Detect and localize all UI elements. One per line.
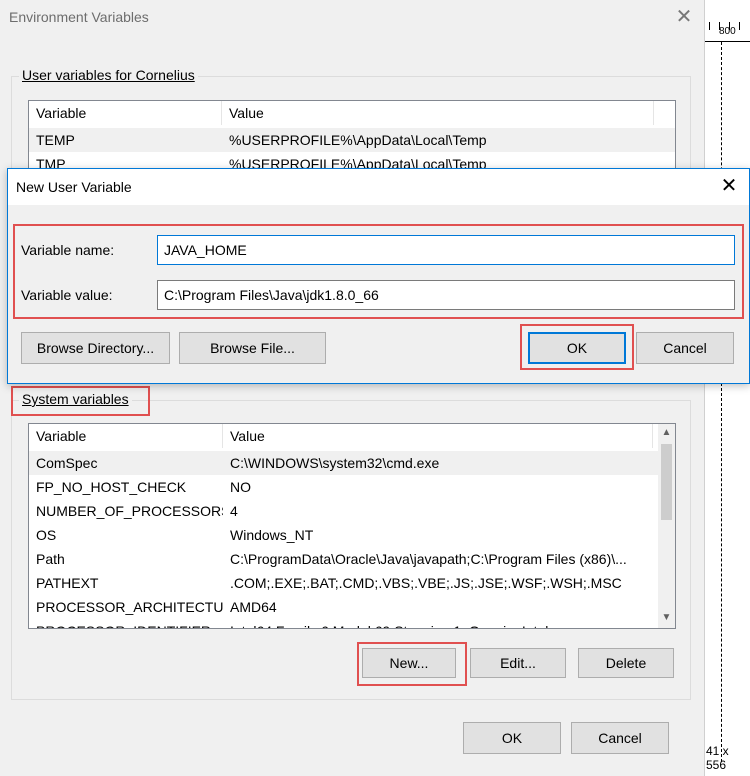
table-row[interactable]: NUMBER_OF_PROCESSORS 4	[29, 499, 675, 523]
user-variables-label: User variables for Cornelius	[19, 67, 198, 83]
dialog-title: New User Variable	[16, 179, 132, 195]
dialog-cancel-button[interactable]: Cancel	[636, 332, 734, 364]
new-user-variable-dialog: New User Variable ✕ Variable name: Varia…	[7, 168, 750, 384]
cell-variable: ComSpec	[36, 455, 98, 471]
cell-value: NO	[230, 479, 251, 495]
variable-value-input[interactable]	[157, 280, 735, 310]
table-row[interactable]: FP_NO_HOST_CHECK NO	[29, 475, 675, 499]
system-variables-label: System variables	[19, 391, 132, 407]
table-row[interactable]: PROCESSOR_IDENTIFIER Intel64 Family 6 Mo…	[29, 619, 675, 628]
variable-name-input[interactable]	[157, 235, 735, 265]
cell-value: .COM;.EXE;.BAT;.CMD;.VBS;.VBE;.JS;.JSE;.…	[230, 575, 622, 591]
system-variables-label-text: System variables	[22, 391, 129, 407]
cell-variable: TEMP	[36, 132, 75, 148]
scroll-down-icon[interactable]: ▼	[658, 609, 675, 626]
cell-value: 4	[230, 503, 238, 519]
scroll-up-icon[interactable]: ▲	[658, 424, 675, 441]
user-variables-label-text: User variables for Cornelius	[22, 67, 195, 83]
table-row[interactable]: TEMP %USERPROFILE%\AppData\Local\Temp	[29, 128, 675, 152]
system-variables-list[interactable]: Variable Value ComSpec C:\WINDOWS\system…	[28, 423, 676, 629]
cell-variable: PATHEXT	[36, 575, 99, 591]
cell-value: C:\ProgramData\Oracle\Java\javapath;C:\P…	[230, 551, 627, 567]
table-row[interactable]: Path C:\ProgramData\Oracle\Java\javapath…	[29, 547, 675, 571]
variable-name-label: Variable name:	[21, 242, 115, 258]
column-header-variable[interactable]: Variable	[29, 424, 223, 448]
column-header-value[interactable]: Value	[223, 424, 653, 448]
environment-variables-window: Environment Variables ✕ User variables f…	[0, 0, 705, 776]
scrollbar-thumb[interactable]	[661, 444, 672, 520]
background-window	[705, 0, 750, 776]
user-variables-list[interactable]: Variable Value TEMP %USERPROFILE%\AppDat…	[28, 100, 676, 170]
cell-variable: FP_NO_HOST_CHECK	[36, 479, 187, 495]
cancel-button[interactable]: Cancel	[571, 722, 669, 754]
close-icon[interactable]: ✕	[718, 175, 740, 197]
browse-file-button[interactable]: Browse File...	[179, 332, 326, 364]
list-header: Variable Value	[29, 101, 675, 125]
ruler-label: 800	[719, 26, 736, 37]
guide-line	[721, 42, 722, 762]
table-row[interactable]: PROCESSOR_ARCHITECTU... AMD64	[29, 595, 675, 619]
cell-value: AMD64	[230, 599, 277, 615]
cell-variable: OS	[36, 527, 57, 543]
column-header-value[interactable]: Value	[222, 101, 654, 125]
variable-value-label: Variable value:	[21, 287, 113, 303]
edit-system-variable-button[interactable]: Edit...	[470, 648, 566, 678]
cell-variable: NUMBER_OF_PROCESSORS	[36, 503, 223, 519]
cell-value: Windows_NT	[230, 527, 314, 543]
close-icon[interactable]: ✕	[673, 6, 695, 28]
cell-variable: PROCESSOR_IDENTIFIER	[29, 619, 223, 628]
dialog-ok-button[interactable]: OK	[528, 332, 626, 364]
list-header: Variable Value	[29, 424, 675, 448]
cell-value: Intel64 Family 6 Model 69 Stepping 1, Ge…	[223, 619, 653, 628]
ok-button[interactable]: OK	[463, 722, 561, 754]
delete-system-variable-button[interactable]: Delete	[578, 648, 674, 678]
browse-directory-button[interactable]: Browse Directory...	[21, 332, 170, 364]
vertical-scrollbar[interactable]: ▲ ▼	[658, 424, 675, 628]
cell-variable: PROCESSOR_ARCHITECTU...	[36, 599, 223, 615]
new-system-variable-button[interactable]: New...	[362, 648, 456, 678]
cell-value: C:\WINDOWS\system32\cmd.exe	[230, 455, 440, 471]
column-header-variable[interactable]: Variable	[29, 101, 222, 125]
table-row[interactable]: PATHEXT .COM;.EXE;.BAT;.CMD;.VBS;.VBE;.J…	[29, 571, 675, 595]
cell-variable: Path	[36, 551, 65, 567]
window-title: Environment Variables	[9, 9, 149, 25]
cell-value: %USERPROFILE%\AppData\Local\Temp	[229, 132, 487, 148]
table-row[interactable]: OS Windows_NT	[29, 523, 675, 547]
table-row[interactable]: ComSpec C:\WINDOWS\system32\cmd.exe	[29, 451, 675, 475]
size-readout: 41 x 556	[706, 744, 729, 772]
